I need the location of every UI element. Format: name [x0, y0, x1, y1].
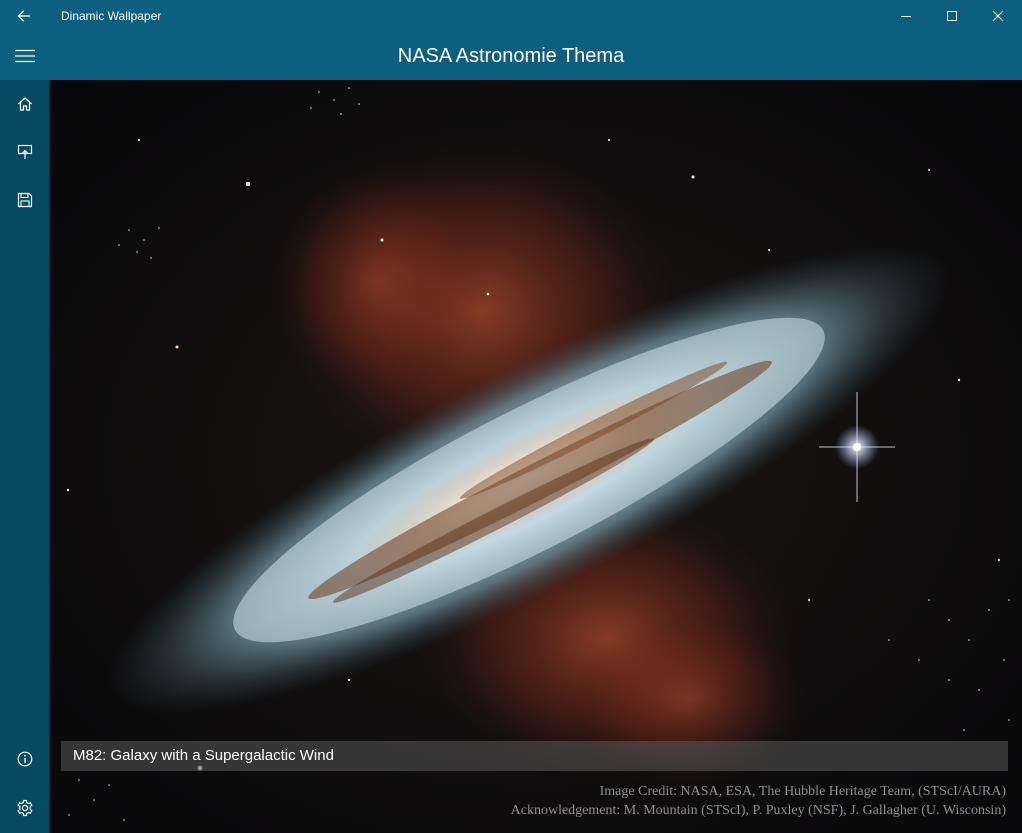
window-title: Dinamic Wallpaper [61, 9, 162, 23]
gear-icon [16, 799, 33, 817]
galaxy-image [49, 80, 1022, 833]
nav-sidebar [0, 80, 49, 833]
back-button[interactable] [0, 0, 48, 32]
acknowledgement-line: Acknowledgement: M. Mountain (STScI), P.… [510, 803, 1006, 818]
nav-home-button[interactable] [0, 80, 49, 128]
close-button[interactable] [975, 0, 1021, 32]
image-title-bar: M82: Galaxy with a Supergalactic Wind [61, 741, 1008, 771]
app-window: Dinamic Wallpaper NASA Astronomie Thema [0, 0, 1022, 833]
maximize-button[interactable] [929, 0, 975, 32]
save-icon [17, 192, 32, 208]
home-icon [17, 97, 32, 111]
nav-save-button[interactable] [0, 176, 49, 224]
maximize-icon [947, 11, 957, 21]
page-title: NASA Astronomie Thema [397, 45, 625, 67]
back-arrow-icon [17, 10, 30, 22]
nav-settings-button[interactable] [0, 784, 49, 832]
title-bar: Dinamic Wallpaper [0, 0, 1022, 32]
image-title: M82: Galaxy with a Supergalactic Wind [73, 747, 334, 764]
close-icon [992, 10, 1004, 22]
image-credits: Image Credit: NASA, ESA, The Hubble Heri… [511, 782, 1006, 820]
info-icon [17, 751, 32, 767]
app-header: NASA Astronomie Thema [0, 32, 1022, 80]
set-wallpaper-icon [17, 144, 32, 159]
nav-set-wallpaper-button[interactable] [0, 128, 49, 176]
minimize-button[interactable] [883, 0, 929, 32]
nav-info-button[interactable] [0, 735, 49, 783]
minimize-icon [901, 16, 911, 17]
credit-line: Image Credit: NASA, ESA, The Hubble Heri… [599, 784, 1006, 799]
wallpaper-view: M82: Galaxy with a Supergalactic Wind Im… [49, 80, 1022, 833]
